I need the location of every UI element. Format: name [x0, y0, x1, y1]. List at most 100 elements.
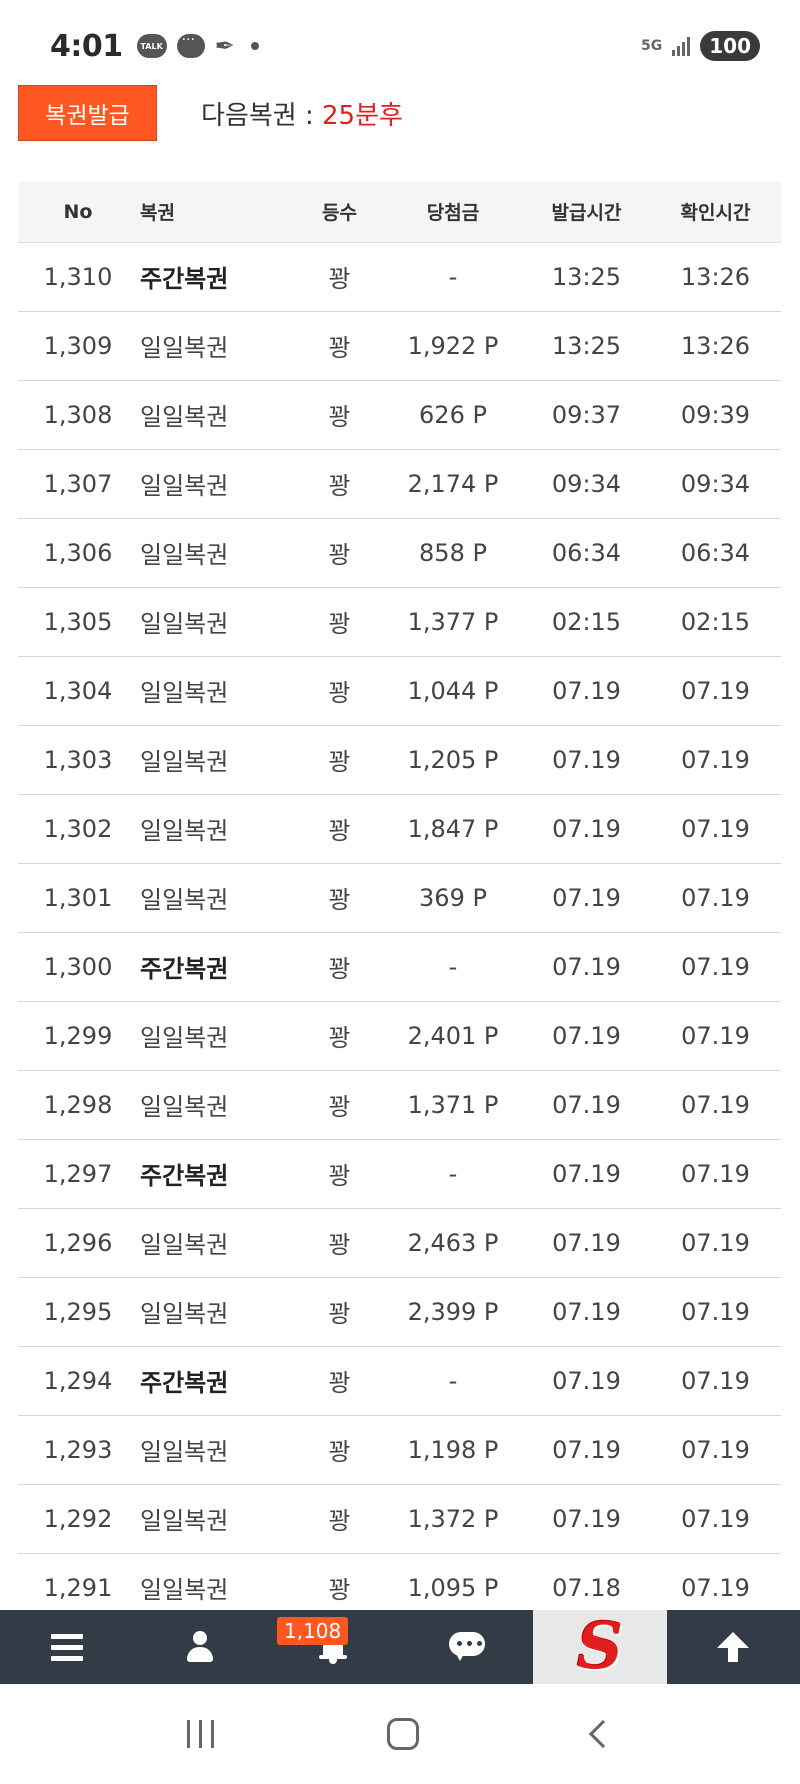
row-no-cell: 1,307	[18, 449, 138, 519]
status-time: 4:01	[50, 28, 123, 64]
row-no-cell: 1,301	[18, 863, 138, 933]
system-nav-bar	[0, 1684, 800, 1784]
row-ticket-cell: 일일복권	[138, 1070, 296, 1140]
table-row[interactable]: 1,304 일일복권 꽝 1,044 P 07.19 07.19	[18, 656, 781, 726]
next-lottery-countdown: 25분후	[321, 100, 403, 131]
table-row[interactable]: 1,293 일일복권 꽝 1,198 P 07.19 07.19	[18, 1415, 781, 1485]
row-issued-time-cell: 09:34	[523, 449, 650, 519]
row-checked-time-cell: 13:26	[650, 311, 781, 381]
row-issued-time-cell: 06:34	[523, 518, 650, 588]
menu-icon	[50, 1633, 83, 1661]
row-prize-cell: 2,399 P	[383, 1277, 523, 1347]
row-ticket-cell: 일일복권	[138, 794, 296, 864]
row-prize-cell: 1,044 P	[383, 656, 523, 726]
row-no-cell: 1,297	[18, 1139, 138, 1209]
row-prize-cell: 626 P	[383, 380, 523, 450]
chat-button[interactable]	[400, 1610, 533, 1684]
row-ticket-cell: 일일복권	[138, 1208, 296, 1278]
table-row[interactable]: 1,302 일일복권 꽝 1,847 P 07.19 07.19	[18, 794, 781, 864]
profile-button[interactable]	[133, 1610, 266, 1684]
row-prize-cell: 2,174 P	[383, 449, 523, 519]
table-row[interactable]: 1,292 일일복권 꽝 1,372 P 07.19 07.19	[18, 1484, 781, 1554]
row-rank-cell: 꽝	[296, 242, 383, 312]
row-issued-time-cell: 07.19	[523, 1346, 650, 1416]
table-row[interactable]: 1,297 주간복권 꽝 -07.19 07.19	[18, 1139, 781, 1209]
row-prize-cell: 1,198 P	[383, 1415, 523, 1485]
row-prize-cell: 1,372 P	[383, 1484, 523, 1554]
row-checked-time-cell: 07.19	[650, 932, 781, 1002]
row-checked-time-cell: 07.19	[650, 656, 781, 726]
notification-count-badge: 1,108	[277, 1617, 349, 1645]
message-icon	[176, 32, 205, 58]
next-lottery-info: 다음복권 : 25분후	[201, 95, 403, 132]
issue-lottery-button[interactable]: 복권발급	[18, 85, 157, 141]
row-no-cell: 1,310	[18, 242, 138, 312]
row-prize-cell: 858 P	[383, 518, 523, 588]
back-icon[interactable]	[588, 1719, 618, 1749]
row-prize-cell: -	[383, 242, 523, 312]
row-rank-cell: 꽝	[296, 1277, 383, 1347]
recent-apps-icon[interactable]	[186, 1720, 214, 1748]
row-no-cell: 1,298	[18, 1070, 138, 1140]
row-no-cell: 1,304	[18, 656, 138, 726]
row-rank-cell: 꽝	[296, 656, 383, 726]
row-prize-cell: -	[383, 1139, 523, 1209]
table-row[interactable]: 1,307 일일복권 꽝 2,174 P 09:34 09:34	[18, 449, 781, 519]
row-checked-time-cell: 07.19	[650, 794, 781, 864]
scroll-top-button[interactable]	[667, 1610, 800, 1684]
row-rank-cell: 꽝	[296, 1415, 383, 1485]
column-header-prize: 당첨금	[383, 182, 523, 243]
table-row[interactable]: 1,294 주간복권 꽝 -07.19 07.19	[18, 1346, 781, 1416]
column-header-no: No	[18, 182, 138, 243]
row-checked-time-cell: 07.19	[650, 1139, 781, 1209]
table-row[interactable]: 1,310 주간복권 꽝 -13:25 13:26	[18, 242, 781, 312]
site-logo-button[interactable]: S	[533, 1610, 667, 1684]
table-row[interactable]: 1,298 일일복권 꽝 1,371 P 07.19 07.19	[18, 1070, 781, 1140]
row-checked-time-cell: 07.19	[650, 1208, 781, 1278]
table-row[interactable]: 1,308 일일복권 꽝 626 P 09:37 09:39	[18, 380, 781, 450]
row-checked-time-cell: 07.19	[650, 1484, 781, 1554]
arrow-up-icon	[717, 1632, 750, 1662]
row-no-cell: 1,293	[18, 1415, 138, 1485]
row-issued-time-cell: 07.19	[523, 1277, 650, 1347]
row-rank-cell: 꽝	[296, 1346, 383, 1416]
row-issued-time-cell: 07.19	[523, 794, 650, 864]
row-rank-cell: 꽝	[296, 311, 383, 381]
row-prize-cell: -	[383, 1346, 523, 1416]
row-checked-time-cell: 09:39	[650, 380, 781, 450]
table-row[interactable]: 1,309 일일복권 꽝 1,922 P 13:25 13:26	[18, 311, 781, 381]
home-icon[interactable]	[387, 1718, 420, 1750]
column-header-ticket: 복권	[138, 182, 296, 243]
table-row[interactable]: 1,296 일일복권 꽝 2,463 P 07.19 07.19	[18, 1208, 781, 1278]
column-header-checked-time: 확인시간	[650, 182, 781, 243]
row-issued-time-cell: 07.19	[523, 1139, 650, 1209]
menu-button[interactable]	[0, 1610, 133, 1684]
row-issued-time-cell: 07.19	[523, 725, 650, 795]
row-ticket-cell: 일일복권	[138, 587, 296, 657]
row-rank-cell: 꽝	[296, 1001, 383, 1071]
status-right: 5G 100	[641, 31, 760, 61]
row-issued-time-cell: 07.19	[523, 863, 650, 933]
row-checked-time-cell: 07.19	[650, 863, 781, 933]
table-row[interactable]: 1,300 주간복권 꽝 -07.19 07.19	[18, 932, 781, 1002]
row-ticket-cell: 일일복권	[138, 1415, 296, 1485]
row-prize-cell: 369 P	[383, 863, 523, 933]
row-rank-cell: 꽝	[296, 1070, 383, 1140]
table-row[interactable]: 1,305 일일복권 꽝 1,377 P 02:15 02:15	[18, 587, 781, 657]
table-row[interactable]: 1,301 일일복권 꽝 369 P 07.19 07.19	[18, 863, 781, 933]
row-ticket-cell: 일일복권	[138, 1484, 296, 1554]
row-ticket-cell: 일일복권	[138, 656, 296, 726]
table-row[interactable]: 1,295 일일복권 꽝 2,399 P 07.19 07.19	[18, 1277, 781, 1347]
table-row[interactable]: 1,303 일일복권 꽝 1,205 P 07.19 07.19	[18, 725, 781, 795]
row-prize-cell: 1,922 P	[383, 311, 523, 381]
table-row[interactable]: 1,299 일일복권 꽝 2,401 P 07.19 07.19	[18, 1001, 781, 1071]
row-ticket-cell: 일일복권	[138, 311, 296, 381]
row-issued-time-cell: 07.19	[523, 1208, 650, 1278]
row-ticket-cell: 주간복권	[138, 932, 296, 1002]
row-issued-time-cell: 09:37	[523, 380, 650, 450]
row-ticket-cell: 일일복권	[138, 518, 296, 588]
row-checked-time-cell: 06:34	[650, 518, 781, 588]
table-row[interactable]: 1,306 일일복권 꽝 858 P 06:34 06:34	[18, 518, 781, 588]
row-ticket-cell: 일일복권	[138, 863, 296, 933]
row-prize-cell: 1,377 P	[383, 587, 523, 657]
